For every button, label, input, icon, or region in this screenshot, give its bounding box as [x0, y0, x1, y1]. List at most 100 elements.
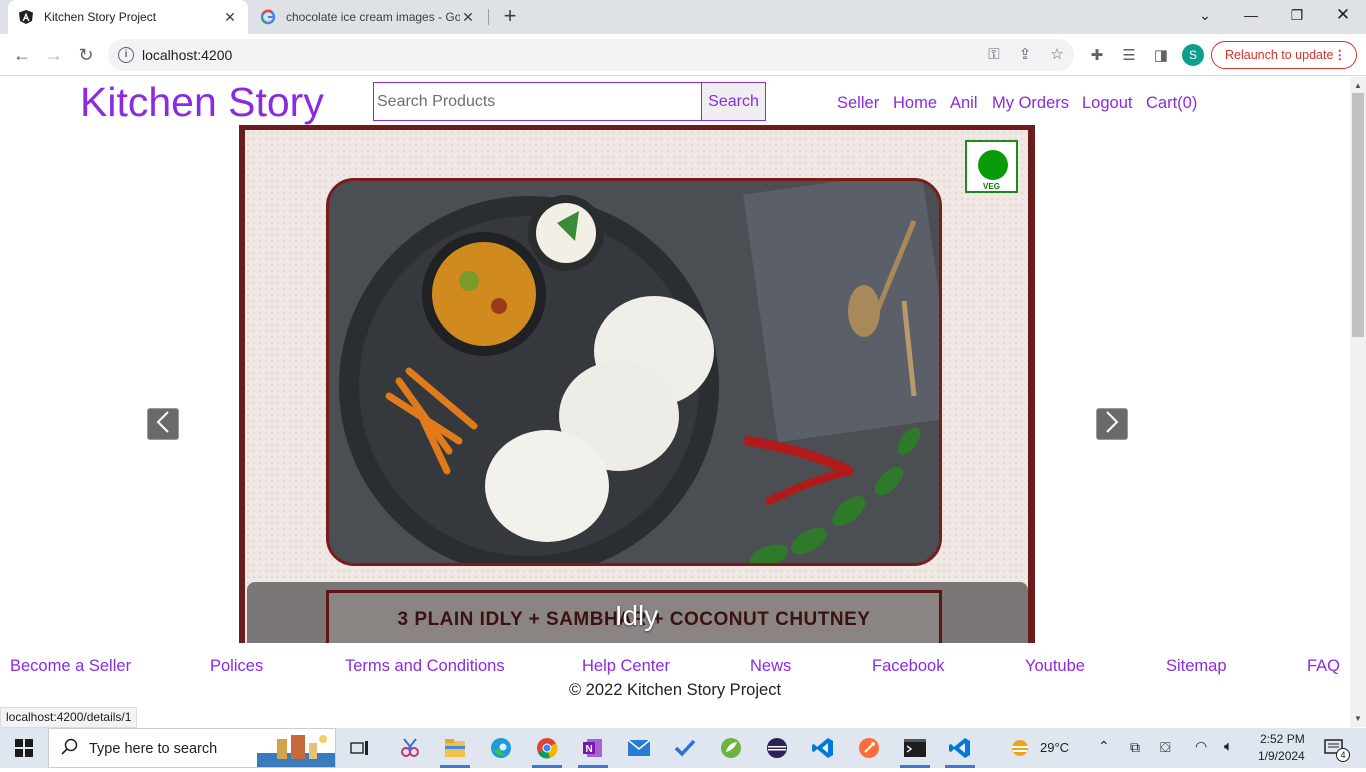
- carousel-slide[interactable]: VEG 3 PLAIN IDLY + SAMBHAR + COCONUT CHU…: [245, 130, 1028, 660]
- footer-link-polices[interactable]: Polices: [210, 657, 263, 676]
- meet-now-icon[interactable]: ⧉: [1130, 739, 1140, 756]
- tab-separator: [488, 9, 489, 25]
- windows-start-icon[interactable]: [10, 734, 38, 762]
- snipping-tool-icon[interactable]: [396, 734, 424, 762]
- footer-link-news[interactable]: News: [750, 657, 791, 676]
- weather-temperature[interactable]: 29°C: [1040, 740, 1069, 755]
- relaunch-button[interactable]: Relaunch to update ⋮: [1211, 41, 1357, 69]
- footer-link-sitemap[interactable]: Sitemap: [1166, 657, 1227, 676]
- search-icon: [61, 738, 79, 761]
- terminal-icon[interactable]: [901, 734, 929, 762]
- window-close-icon[interactable]: ✕: [1320, 0, 1366, 30]
- file-explorer-icon[interactable]: [441, 734, 469, 762]
- volume-icon[interactable]: 🔈︎: [1224, 738, 1233, 755]
- idly-plate-illustration: [329, 181, 939, 563]
- veg-label: VEG: [983, 182, 1000, 191]
- carousel-caption: Idly: [614, 600, 659, 631]
- share-icon[interactable]: ⇪: [1016, 46, 1034, 64]
- site-info-icon[interactable]: i: [118, 47, 134, 63]
- footer-link-help-center[interactable]: Help Center: [582, 657, 670, 676]
- restore-icon[interactable]: ❐: [1274, 0, 1320, 30]
- postman-icon[interactable]: [855, 734, 883, 762]
- address-bar[interactable]: i localhost:4200 ⚿ ⇪ ☆: [108, 39, 1074, 71]
- onenote-icon[interactable]: N: [579, 734, 607, 762]
- spring-tool-icon[interactable]: [717, 734, 745, 762]
- key-icon[interactable]: ⚿: [985, 46, 1003, 64]
- vscode-icon[interactable]: [809, 734, 837, 762]
- search-input[interactable]: [373, 82, 702, 121]
- brand-logo[interactable]: Kitchen Story: [80, 79, 324, 126]
- veg-badge: VEG: [965, 140, 1018, 193]
- minimize-icon[interactable]: —: [1228, 0, 1274, 30]
- taskbar-search-box[interactable]: Type here to search: [48, 728, 336, 768]
- svg-text:N: N: [586, 744, 593, 755]
- media-queue-icon[interactable]: ☰: [1116, 42, 1142, 68]
- product-carousel[interactable]: VEG 3 PLAIN IDLY + SAMBHAR + COCONUT CHU…: [239, 125, 1035, 660]
- chevron-up-icon[interactable]: ⌃: [1098, 738, 1110, 755]
- back-arrow-icon[interactable]: ←: [9, 42, 35, 68]
- chevron-down-icon[interactable]: ⌄: [1182, 0, 1228, 30]
- tab-google-search[interactable]: chocolate ice cream images - Go ✕: [250, 0, 486, 34]
- angular-icon: [18, 9, 34, 25]
- footer-link-facebook[interactable]: Facebook: [872, 657, 944, 676]
- page-scrollbar[interactable]: ▲ ▼: [1350, 77, 1366, 727]
- scroll-up-icon[interactable]: ▲: [1354, 81, 1362, 90]
- carousel-next-button[interactable]: [1096, 408, 1128, 440]
- notification-count-badge: 4: [1336, 748, 1350, 762]
- nav-logout[interactable]: Logout: [1082, 94, 1132, 113]
- chrome-icon[interactable]: [533, 734, 561, 762]
- footer-link-become-seller[interactable]: Become a Seller: [10, 657, 131, 676]
- todo-check-icon[interactable]: [671, 734, 699, 762]
- url-text[interactable]: localhost:4200: [142, 47, 232, 63]
- nav-cart[interactable]: Cart(0): [1146, 94, 1197, 113]
- close-icon[interactable]: ✕: [222, 9, 238, 26]
- nav-home[interactable]: Home: [893, 94, 937, 113]
- chevron-right-icon: [1105, 410, 1119, 438]
- browser-toolbar: ← → ↻ i localhost:4200 ⚿ ⇪ ☆ ✚ ☰ ◨ S Rel…: [0, 34, 1366, 76]
- eclipse-icon[interactable]: [763, 734, 791, 762]
- clock-date[interactable]: 1/9/2024: [1258, 749, 1305, 763]
- carousel-prev-button[interactable]: [147, 408, 179, 440]
- veg-dot-icon: [978, 150, 1008, 180]
- taskbar-search-placeholder: Type here to search: [89, 741, 218, 757]
- onedrive-status-icon[interactable]: ⛋: [1160, 739, 1171, 756]
- search-button[interactable]: Search: [701, 82, 766, 121]
- tab-title: chocolate ice cream images - Go: [286, 10, 460, 24]
- chevron-left-icon: [156, 410, 170, 438]
- edge-browser-icon[interactable]: [487, 734, 515, 762]
- close-icon[interactable]: ✕: [460, 9, 476, 26]
- scroll-down-icon[interactable]: ▼: [1354, 714, 1362, 723]
- nav-my-orders[interactable]: My Orders: [992, 94, 1069, 113]
- tab-title: Kitchen Story Project: [44, 10, 157, 24]
- page-viewport: Kitchen Story Search Seller Home Anil My…: [0, 77, 1350, 727]
- relaunch-label: Relaunch to update: [1225, 48, 1334, 62]
- nav-seller[interactable]: Seller: [837, 94, 879, 113]
- browser-tab-strip: Kitchen Story Project ✕ chocolate ice cr…: [0, 0, 1366, 34]
- footer-link-faq[interactable]: FAQ: [1307, 657, 1340, 676]
- extensions-puzzle-icon[interactable]: ✚: [1084, 42, 1110, 68]
- scroll-thumb[interactable]: [1352, 93, 1364, 337]
- tab-kitchen-story[interactable]: Kitchen Story Project ✕: [8, 0, 248, 34]
- clock-time[interactable]: 2:52 PM: [1260, 732, 1305, 746]
- reload-icon[interactable]: ↻: [73, 42, 99, 68]
- weather-icon[interactable]: [1006, 734, 1034, 762]
- search-highlight-image: [257, 731, 335, 772]
- footer-link-youtube[interactable]: Youtube: [1025, 657, 1085, 676]
- side-panel-icon[interactable]: ◨: [1148, 42, 1174, 68]
- wifi-icon[interactable]: ◠: [1195, 738, 1207, 755]
- nav-user-anil[interactable]: Anil: [950, 94, 978, 113]
- idly-food-image: [326, 178, 942, 566]
- windows-taskbar: Type here to search N 29°C ⌃ ⧉ ⛋ ◠ 🔈︎ 2:…: [0, 728, 1366, 768]
- new-tab-icon[interactable]: +: [498, 5, 522, 29]
- link-status-bar: localhost:4200/details/1: [0, 707, 138, 728]
- site-footer: Become a Seller Polices Terms and Condit…: [0, 643, 1350, 727]
- copyright-text: © 2022 Kitchen Story Project: [568, 681, 782, 699]
- profile-avatar[interactable]: S: [1182, 44, 1204, 66]
- forward-arrow-icon[interactable]: →: [41, 42, 67, 68]
- task-view-icon[interactable]: [346, 734, 374, 762]
- google-icon: [260, 9, 276, 25]
- bookmark-star-icon[interactable]: ☆: [1048, 46, 1066, 64]
- mail-icon[interactable]: [625, 734, 653, 762]
- footer-link-terms[interactable]: Terms and Conditions: [345, 657, 505, 676]
- vscode-icon[interactable]: [946, 734, 974, 762]
